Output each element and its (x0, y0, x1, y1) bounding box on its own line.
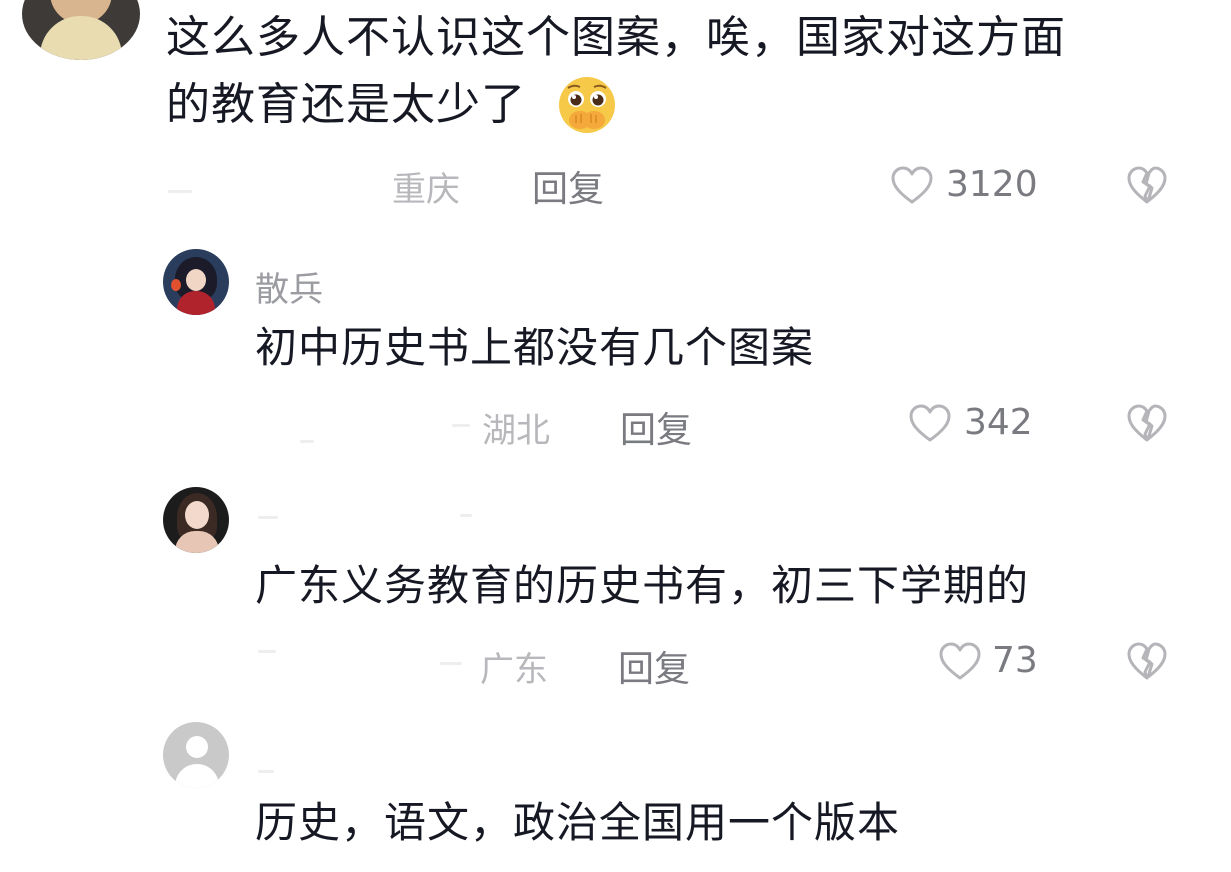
redacted-username (258, 770, 274, 773)
comment-text-line-1: 这么多人不认识这个图案，唉，国家对这方面 (166, 12, 1066, 63)
avatar[interactable] (22, 0, 140, 60)
reply-text: 历史，语文，政治全国用一个版本 (255, 798, 901, 847)
comment-text-line-2: 的教育还是太少了 (166, 79, 526, 130)
redacted-username (460, 514, 472, 517)
dislike-broken-heart-icon[interactable] (1126, 166, 1168, 206)
like-count: 342 (964, 402, 1033, 443)
redacted-date (300, 440, 314, 443)
reply-location: 广东 (480, 650, 548, 690)
like-heart-icon[interactable] (890, 166, 934, 206)
reply-text: 广东义务教育的历史书有，初三下学期的 (255, 561, 1030, 610)
redacted-date (452, 424, 470, 427)
avatar-lantern (171, 279, 181, 291)
redacted-username (258, 516, 278, 519)
redacted-date (168, 190, 192, 193)
avatar-shoulders (175, 764, 219, 788)
reply-location: 湖北 (482, 411, 550, 451)
reply-text: 初中历史书上都没有几个图案 (255, 323, 815, 372)
avatar-head (186, 736, 208, 758)
reply-button[interactable]: 回复 (620, 401, 692, 453)
like-count: 3120 (946, 164, 1038, 205)
redacted-date (258, 650, 276, 653)
like-heart-icon[interactable] (938, 642, 982, 682)
default-avatar-icon[interactable] (163, 722, 229, 788)
avatar[interactable] (163, 249, 229, 315)
comment-thread: 这么多人不认识这个图案，唉，国家对这方面 的教育还是太少了 重庆 回复 3120… (0, 0, 1231, 872)
comment-location: 重庆 (392, 170, 460, 210)
avatar[interactable] (163, 487, 229, 553)
avatar-shirt (40, 16, 122, 60)
redacted-date (440, 662, 462, 665)
avatar-face (186, 269, 206, 291)
reply-username[interactable]: 散兵 (255, 262, 323, 311)
reply-button[interactable]: 回复 (532, 160, 604, 212)
like-heart-icon[interactable] (908, 404, 952, 444)
avatar-face (185, 501, 209, 529)
like-count: 73 (992, 640, 1038, 681)
dislike-broken-heart-icon[interactable] (1126, 404, 1168, 444)
dislike-broken-heart-icon[interactable] (1126, 642, 1168, 682)
pleading-face-emoji-icon (559, 77, 615, 133)
reply-button[interactable]: 回复 (618, 640, 690, 692)
